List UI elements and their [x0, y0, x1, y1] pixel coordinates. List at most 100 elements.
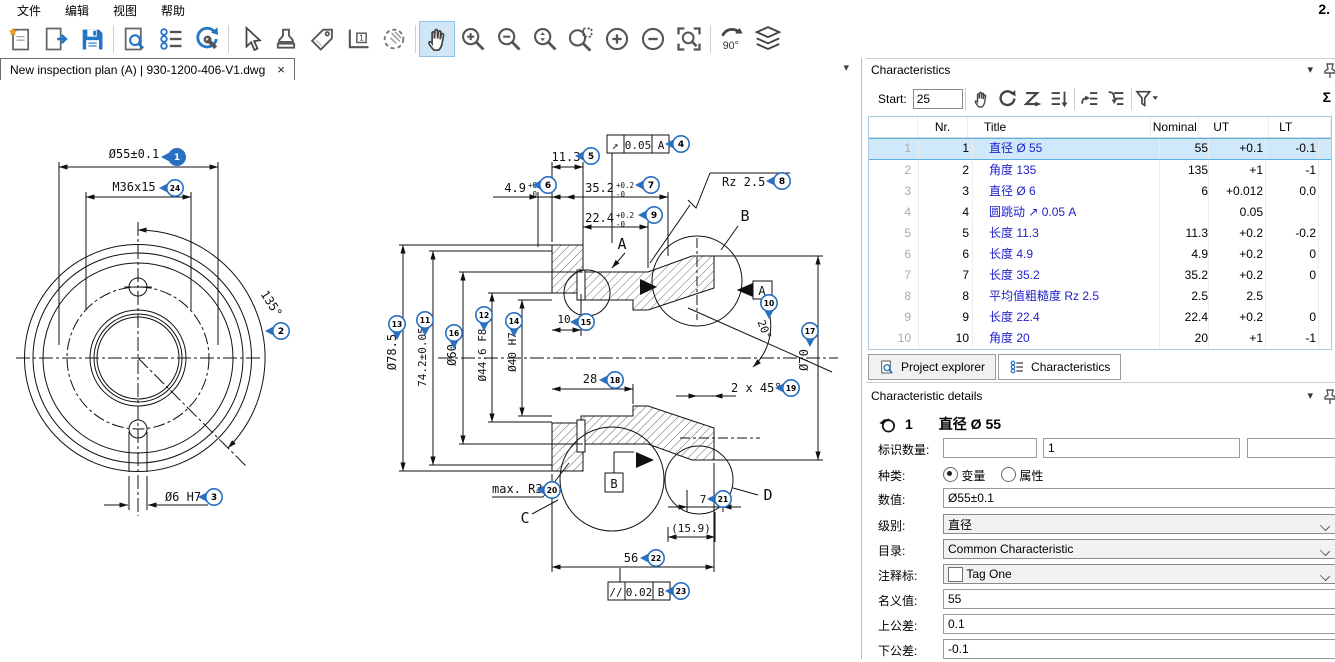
- chevron-down-icon[interactable]: ▾: [843, 61, 849, 74]
- menu-help[interactable]: 帮助: [150, 0, 196, 21]
- table-row[interactable]: 5 5 长度 11.3 11.3 +0.2 -0.2: [869, 223, 1331, 244]
- characteristics-panel-header: Characteristics ▾: [866, 58, 1335, 83]
- chevron-down-icon[interactable]: ▾: [1307, 63, 1313, 76]
- pan-button[interactable]: [419, 21, 455, 57]
- balloon-3[interactable]: 3: [198, 489, 222, 505]
- stamp-button[interactable]: [268, 21, 304, 57]
- table-row[interactable]: 7 7 长度 35.2 35.2 +0.2 0: [869, 265, 1331, 286]
- table-row[interactable]: 3 3 直径 Ø 6 6 +0.012 0.0: [869, 181, 1331, 202]
- pin-icon[interactable]: [1323, 63, 1335, 82]
- zoom-window-button[interactable]: [563, 21, 599, 57]
- renumber-button[interactable]: [994, 86, 1020, 112]
- fcf-par-datum: B: [658, 586, 665, 599]
- zoom-out-button[interactable]: [491, 21, 527, 57]
- balloon-23[interactable]: 23: [665, 583, 689, 599]
- new-plan-button[interactable]: [2, 21, 38, 57]
- open-plan-button[interactable]: [38, 21, 74, 57]
- hand-pointer-icon: [975, 92, 985, 107]
- dim-dia60: Ø60: [445, 344, 459, 366]
- tab-characteristics[interactable]: Characteristics: [998, 354, 1121, 380]
- balloon-17[interactable]: 17: [802, 323, 818, 347]
- balloon-8[interactable]: 8: [766, 173, 790, 189]
- count-input-1[interactable]: [943, 438, 1037, 458]
- table-row[interactable]: 1 1 直径 Ø 55 55 +0.1 -0.1: [869, 138, 1331, 160]
- characteristics-list-button[interactable]: [153, 21, 189, 57]
- table-row[interactable]: 2 2 角度 135 135 +1 -1: [869, 160, 1331, 181]
- col-nr[interactable]: Nr.: [918, 117, 968, 137]
- sort-list-button[interactable]: [1046, 86, 1072, 112]
- row-ut: 0.05: [1209, 202, 1266, 223]
- chevron-down-icon[interactable]: ▾: [1307, 389, 1313, 402]
- lower-tolerance-input[interactable]: -0.1: [943, 639, 1335, 659]
- value-input[interactable]: Ø55±0.1: [943, 488, 1335, 508]
- table-row[interactable]: 4 4 圆跳动 ↗ 0.05 A 0.05: [869, 202, 1331, 223]
- insert-after-button[interactable]: [1103, 86, 1129, 112]
- balloon-18[interactable]: 18: [599, 372, 623, 388]
- col-nominal[interactable]: Nominal: [1151, 117, 1199, 137]
- document-tab[interactable]: New inspection plan (A) | 930-1200-406-V…: [0, 58, 295, 81]
- catalog-select[interactable]: Common Characteristic: [943, 539, 1335, 559]
- balloon-1[interactable]: 1: [161, 149, 185, 165]
- menu-edit[interactable]: 编辑: [54, 0, 100, 21]
- balloon-2[interactable]: 2: [265, 323, 289, 339]
- count-input-3[interactable]: [1247, 438, 1335, 458]
- upper-tolerance-input[interactable]: 0.1: [943, 614, 1335, 634]
- balloon-22[interactable]: 22: [640, 550, 664, 566]
- row-title: 长度 11.3: [973, 223, 1160, 244]
- dwg-view[interactable]: Ø55±0.1 M36x15 135° Ø6 H7 11.3 ↗ 0.05 A …: [0, 80, 861, 659]
- checkbox-icon[interactable]: [948, 567, 963, 582]
- balloon-10[interactable]: 10: [761, 295, 777, 319]
- balloon-21[interactable]: 21: [707, 491, 731, 507]
- menu-view[interactable]: 视图: [102, 0, 148, 21]
- table-row[interactable]: 8 8 平均值粗糙度 Rz 2.5 2.5 2.5: [869, 286, 1331, 307]
- insert-before-button[interactable]: [1077, 86, 1103, 112]
- kind-attribute-radio[interactable]: 属性: [1001, 467, 1043, 484]
- find-plan-button[interactable]: [117, 21, 153, 57]
- nominal-input[interactable]: 55: [943, 589, 1335, 609]
- select-cursor-button[interactable]: [232, 21, 268, 57]
- increase-button[interactable]: [599, 21, 635, 57]
- col-lt[interactable]: LT: [1269, 117, 1331, 137]
- zoom-fit-button[interactable]: [671, 21, 707, 57]
- settings-refresh-button[interactable]: [189, 21, 225, 57]
- pin-icon[interactable]: [1323, 389, 1335, 408]
- pick-tool-button[interactable]: [968, 86, 994, 112]
- filter-button[interactable]: [1134, 86, 1160, 112]
- horizontal-splitter[interactable]: [866, 382, 1335, 383]
- zoom-in-button[interactable]: [455, 21, 491, 57]
- zoom-vertical-button[interactable]: [527, 21, 563, 57]
- col-title[interactable]: Title: [968, 117, 1151, 137]
- svg-text:8: 8: [779, 177, 785, 187]
- balloon-9[interactable]: 9: [638, 207, 662, 223]
- hatch-region-button[interactable]: [376, 21, 412, 57]
- tag-button[interactable]: [304, 21, 340, 57]
- layers-button[interactable]: [750, 21, 786, 57]
- dim-135: 135°: [258, 288, 285, 320]
- rotate-90-button[interactable]: 90°: [714, 21, 750, 57]
- table-row[interactable]: 10 10 角度 20 20 +1 -1: [869, 328, 1331, 349]
- table-row[interactable]: 6 6 长度 4.9 4.9 +0.2 0: [869, 244, 1331, 265]
- close-icon[interactable]: ×: [277, 62, 285, 77]
- menu-file[interactable]: 文件: [6, 0, 52, 21]
- col-ut[interactable]: UT: [1199, 117, 1269, 137]
- corner-dimension-button[interactable]: 1: [340, 21, 376, 57]
- save-button[interactable]: [74, 21, 110, 57]
- reorder-z-button[interactable]: [1020, 86, 1046, 112]
- sum-button[interactable]: Σ: [1323, 89, 1331, 105]
- balloon-24[interactable]: 24: [159, 180, 183, 196]
- balloon-15[interactable]: 15: [570, 314, 594, 330]
- level-select[interactable]: 直径: [943, 514, 1335, 534]
- panel-splitter[interactable]: [861, 58, 862, 659]
- tag-select[interactable]: Tag One: [943, 564, 1335, 584]
- characteristics-table: Nr. Title Nominal UT LT 1 1 直径 Ø 55 55 +…: [868, 116, 1332, 350]
- balloon-7[interactable]: 7: [635, 177, 659, 193]
- tab-project-explorer[interactable]: Project explorer: [868, 354, 996, 380]
- balloon-12[interactable]: 12: [476, 307, 492, 331]
- drawing-canvas[interactable]: Ø55±0.1 M36x15 135° Ø6 H7 11.3 ↗ 0.05 A …: [0, 80, 861, 659]
- count-input-2[interactable]: 1: [1043, 438, 1240, 458]
- svg-text:21: 21: [718, 495, 728, 504]
- decrease-button[interactable]: [635, 21, 671, 57]
- start-input[interactable]: [913, 89, 963, 109]
- kind-variable-radio[interactable]: 变量: [943, 467, 985, 484]
- table-row[interactable]: 9 9 长度 22.4 22.4 +0.2 0: [869, 307, 1331, 328]
